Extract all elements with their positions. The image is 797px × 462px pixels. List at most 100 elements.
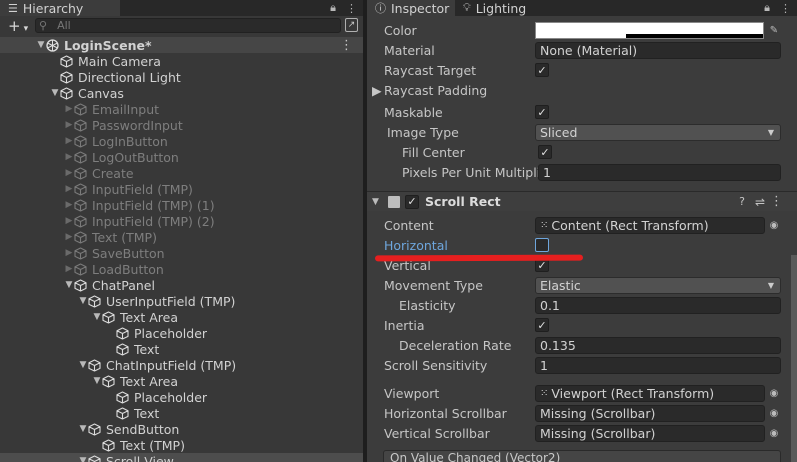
expand-arrow-icon[interactable]: ▶	[64, 104, 74, 114]
add-object-button[interactable]: + ▾	[8, 17, 28, 35]
kebab-menu-icon[interactable]: ⋮	[780, 2, 791, 15]
expand-arrow-icon[interactable]: ▼	[36, 40, 46, 50]
hierarchy-item[interactable]: ▶ InputField (TMP) (1)	[0, 197, 363, 213]
hierarchy-item[interactable]: ▼ Scroll View	[0, 453, 363, 462]
hierarchy-item[interactable]: ▶ LogInButton	[0, 133, 363, 149]
object-picker-icon[interactable]: ◉	[767, 426, 781, 440]
expand-arrow-icon[interactable]: ▼	[78, 360, 88, 370]
eyedropper-icon[interactable]: ✎	[767, 23, 781, 37]
hierarchy-item[interactable]: ▶ LogOutButton	[0, 149, 363, 165]
expand-arrow-icon[interactable]: ▶	[64, 200, 74, 210]
maskable-checkbox[interactable]: ✓	[535, 105, 549, 119]
content-value: Content (Rect Transform)	[551, 217, 709, 233]
hierarchy-item[interactable]: ▶ SaveButton	[0, 245, 363, 261]
object-picker-icon[interactable]: ◉	[767, 218, 781, 232]
scene-menu-icon[interactable]: ⋮	[340, 38, 353, 53]
expand-arrow-icon[interactable]: ▼	[92, 312, 102, 322]
viewport-object-field[interactable]: ⁙ Viewport (Rect Transform)	[535, 384, 765, 402]
hierarchy-item[interactable]: ▼ ChatInputField (TMP)	[0, 357, 363, 373]
presets-icon[interactable]: ⇌	[755, 195, 765, 209]
expand-arrow-icon[interactable]: ▼	[92, 376, 102, 386]
horizontal-checkbox[interactable]	[535, 238, 549, 252]
hierarchy-search-input[interactable]: ⚲ All	[35, 18, 341, 33]
rect-transform-icon: ⁙	[540, 219, 549, 231]
component-menu-icon[interactable]: ⋮	[770, 194, 783, 209]
hierarchy-item[interactable]: ▼ ChatPanel	[0, 277, 363, 293]
hierarchy-item[interactable]: ▶ InputField (TMP)	[0, 181, 363, 197]
expand-arrow-icon[interactable]: ▶	[64, 248, 74, 258]
hierarchy-item[interactable]: Directional Light	[0, 69, 363, 85]
tab-inspector[interactable]: ⓘ Inspector	[367, 0, 455, 16]
expand-arrow-icon[interactable]: ▶	[64, 152, 74, 162]
expand-arrow-icon[interactable]: ▶	[64, 168, 74, 178]
expand-arrow-icon[interactable]: ▶	[64, 264, 74, 274]
hierarchy-item[interactable]: Placeholder	[0, 325, 363, 341]
tab-hierarchy[interactable]: ☰ Hierarchy	[0, 0, 120, 16]
hierarchy-item[interactable]: ▶ InputField (TMP) (2)	[0, 213, 363, 229]
object-picker-icon[interactable]: ◉	[767, 386, 781, 400]
raycast-padding-field[interactable]: ▶ Raycast Padding	[367, 80, 797, 100]
foldout-arrow-icon[interactable]: ▶	[372, 83, 382, 98]
expand-arrow-icon[interactable]: ▼	[78, 296, 88, 306]
raycast-target-checkbox[interactable]: ✓	[535, 63, 549, 77]
hierarchy-item[interactable]: Placeholder	[0, 389, 363, 405]
tab-lighting[interactable]: 💡︎ Lighting	[455, 0, 545, 16]
on-value-changed-event[interactable]: On Value Changed (Vector2)	[383, 450, 781, 462]
hierarchy-item[interactable]: Text (TMP)	[0, 437, 363, 453]
hierarchy-item[interactable]: ▼ Text Area	[0, 309, 363, 325]
hierarchy-item[interactable]: Main Camera	[0, 53, 363, 69]
kebab-menu-icon[interactable]: ⋮	[346, 2, 357, 15]
viewport-field: Viewport ⁙ Viewport (Rect Transform) ◉	[367, 383, 797, 403]
gameobject-cube-icon	[74, 182, 87, 196]
hierarchy-item[interactable]: ▶ LoadButton	[0, 261, 363, 277]
foldout-arrow-icon[interactable]: ▼	[372, 197, 379, 207]
material-object-field[interactable]: None (Material)	[535, 41, 781, 59]
lock-icon[interactable]: 🔒︎	[330, 1, 336, 15]
expand-arrow-icon[interactable]: ▼	[64, 280, 74, 290]
expand-arrow-icon[interactable]: ▼	[78, 424, 88, 434]
hierarchy-item-label: PasswordInput	[92, 117, 183, 133]
object-picker-icon[interactable]: ◉	[767, 406, 781, 420]
hierarchy-item[interactable]: ▼ UserInputField (TMP)	[0, 293, 363, 309]
expand-arrow-icon[interactable]: ▶	[64, 120, 74, 130]
h-scrollbar-object-field[interactable]: Missing (Scrollbar)	[535, 404, 765, 422]
v-scrollbar-field: Vertical Scrollbar Missing (Scrollbar) ◉	[367, 423, 797, 443]
search-filter-icon[interactable]: ↗	[345, 18, 358, 32]
lock-icon[interactable]: 🔒︎	[764, 1, 770, 15]
expand-arrow-icon[interactable]: ▶	[64, 136, 74, 146]
expand-arrow-icon[interactable]: ▼	[50, 88, 60, 98]
deceleration-input[interactable]: 0.135	[535, 336, 781, 354]
image-type-label: Image Type	[387, 124, 459, 140]
hierarchy-item[interactable]: ▶ EmailInput	[0, 101, 363, 117]
ppu-input[interactable]: 1	[538, 163, 781, 181]
content-object-field[interactable]: ⁙ Content (Rect Transform)	[535, 216, 765, 234]
fill-center-checkbox[interactable]: ✓	[538, 145, 552, 159]
color-swatch[interactable]	[535, 21, 764, 39]
expand-arrow-icon[interactable]: ▼	[78, 456, 88, 462]
hierarchy-item-label: Text Area	[120, 309, 179, 325]
hierarchy-item[interactable]: Text	[0, 405, 363, 421]
image-type-dropdown[interactable]: Sliced ▼	[535, 123, 781, 141]
hierarchy-item[interactable]: ▶ Text (TMP)	[0, 229, 363, 245]
hierarchy-item[interactable]: ▼ Text Area	[0, 373, 363, 389]
scroll-rect-header[interactable]: ▼ ✓ Scroll Rect ? ⇌ ⋮	[367, 191, 797, 211]
expand-arrow-icon[interactable]: ▶	[64, 184, 74, 194]
help-icon[interactable]: ?	[739, 195, 745, 208]
expand-arrow-icon[interactable]: ▶	[64, 216, 74, 226]
hierarchy-item[interactable]: ▼ Canvas	[0, 85, 363, 101]
hierarchy-item[interactable]: Text	[0, 341, 363, 357]
elasticity-input[interactable]: 0.1	[535, 296, 781, 314]
maskable-field: Maskable ✓	[367, 102, 797, 122]
inertia-checkbox[interactable]: ✓	[535, 318, 549, 332]
hierarchy-item[interactable]: ▼ SendButton	[0, 421, 363, 437]
scroll-sensitivity-input[interactable]: 1	[535, 356, 781, 374]
movement-type-dropdown[interactable]: Elastic ▼	[535, 276, 781, 294]
v-scrollbar-object-field[interactable]: Missing (Scrollbar)	[535, 424, 765, 442]
color-field: Color ✎	[367, 20, 797, 40]
expand-arrow-icon[interactable]: ▶	[64, 232, 74, 242]
hierarchy-item[interactable]: ▶ Create	[0, 165, 363, 181]
scroll-rect-enabled-checkbox[interactable]: ✓	[405, 194, 419, 209]
hierarchy-item[interactable]: ▶ PasswordInput	[0, 117, 363, 133]
inspector-scrollbar[interactable]	[791, 255, 797, 462]
scene-row[interactable]: ▼ LoginScene* ⋮	[0, 37, 363, 53]
